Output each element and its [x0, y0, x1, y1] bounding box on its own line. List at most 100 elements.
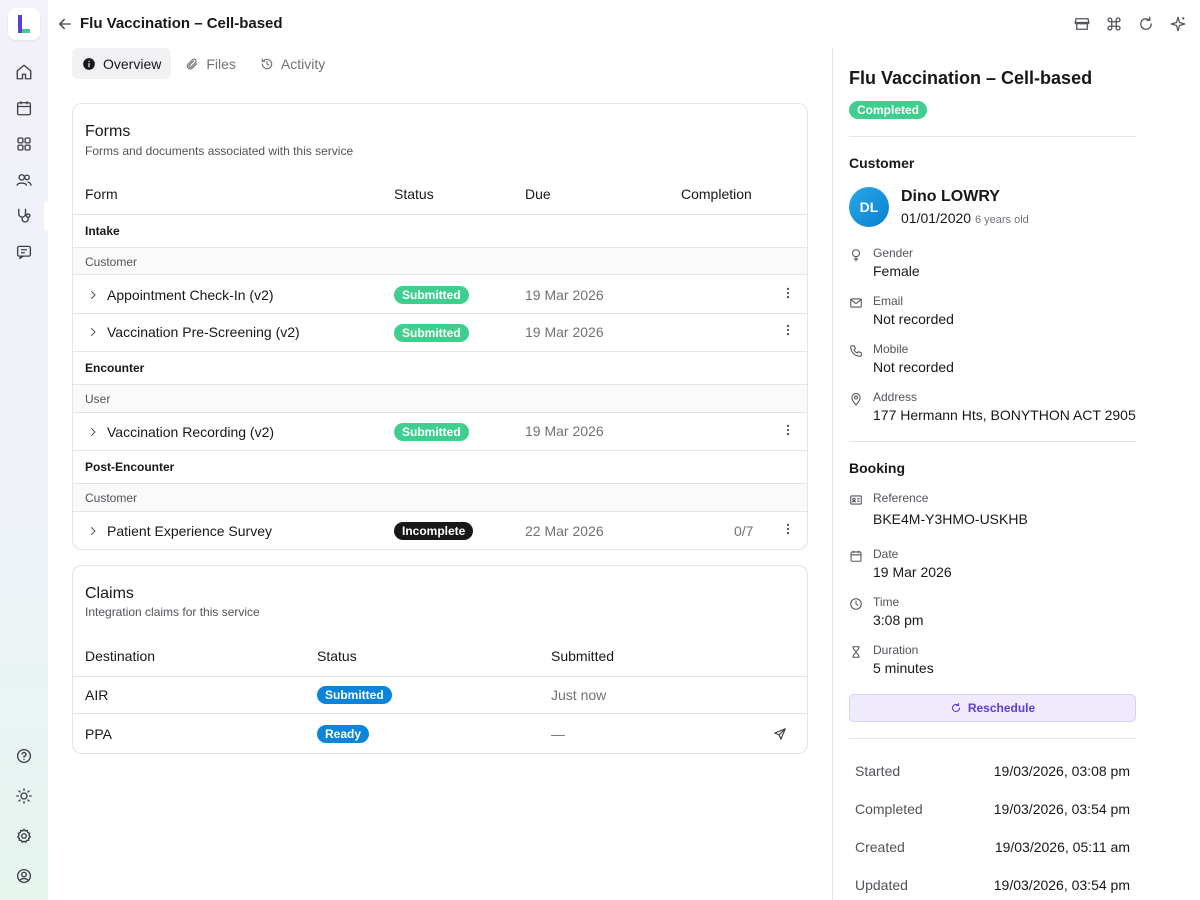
reschedule-button[interactable]: Reschedule [849, 694, 1136, 722]
left-rail [0, 0, 48, 900]
refresh-icon [1140, 16, 1152, 30]
gender-icon [849, 248, 863, 262]
nav-home[interactable] [12, 60, 36, 84]
page-title: Flu Vaccination – Cell-based [80, 15, 283, 32]
row-menu-button[interactable] [781, 323, 795, 337]
command-button[interactable] [1105, 15, 1123, 33]
help-icon [16, 748, 32, 764]
chevron-right-icon[interactable] [87, 525, 99, 537]
email-label: Email [873, 294, 904, 308]
claim-destination: PPA [85, 726, 112, 742]
row-menu-button[interactable] [781, 522, 795, 536]
nav-messages[interactable] [12, 240, 36, 264]
date-value: 19 Mar 2026 [873, 564, 952, 580]
form-name[interactable]: Vaccination Pre-Screening (v2) [107, 324, 300, 340]
send-icon [774, 728, 786, 740]
map-pin-icon [849, 392, 863, 406]
nav-help[interactable] [12, 744, 36, 768]
claim-submitted: — [551, 726, 565, 742]
claims-subtitle: Integration claims for this service [85, 605, 260, 619]
phone-icon [849, 344, 863, 358]
time-value: 3:08 pm [873, 612, 924, 628]
reschedule-label: Reschedule [967, 701, 1036, 715]
started-value: 19/03/2026, 03:08 pm [993, 763, 1130, 779]
form-name[interactable]: Appointment Check-In (v2) [107, 287, 274, 303]
tab-activity[interactable]: Activity [250, 48, 335, 79]
calendar-icon [849, 549, 863, 563]
back-arrow-icon [59, 18, 71, 30]
tab-bar: Overview Files Activity [72, 48, 335, 79]
due-date: 19 Mar 2026 [525, 423, 604, 439]
tab-overview[interactable]: Overview [72, 48, 172, 79]
nav-calendar[interactable] [12, 96, 36, 120]
more-vertical-icon [786, 424, 790, 436]
forms-card: Forms Forms and documents associated wit… [72, 103, 808, 550]
completion-count: 0/7 [734, 523, 754, 539]
status-badge: Submitted [394, 324, 469, 342]
created-value: 19/03/2026, 05:11 am [994, 839, 1130, 855]
send-claim-button[interactable] [773, 727, 787, 741]
customer-age: 6 years old [974, 214, 1029, 226]
date-label: Date [873, 547, 899, 561]
claim-submitted: Just now [551, 687, 607, 703]
gender-value: Female [873, 263, 920, 279]
nav-customers[interactable] [12, 168, 36, 192]
form-name[interactable]: Patient Experience Survey [107, 523, 272, 539]
stethoscope-icon [18, 208, 31, 223]
chevron-right-icon[interactable] [87, 289, 99, 301]
more-vertical-icon [786, 523, 790, 535]
tab-overview-label: Overview [103, 55, 162, 72]
logo-icon [18, 15, 30, 33]
chevron-right-icon[interactable] [87, 426, 99, 438]
nav-apps[interactable] [12, 132, 36, 156]
store-icon [1074, 18, 1090, 30]
customer-section-title: Customer [849, 155, 915, 171]
ai-assist-button[interactable] [1169, 15, 1187, 33]
row-menu-button[interactable] [781, 423, 795, 437]
col-due: Due [525, 186, 551, 202]
chevron-right-icon[interactable] [87, 326, 99, 338]
tab-files[interactable]: Files [175, 48, 246, 79]
customer-name[interactable]: Dino LOWRY [901, 188, 1000, 206]
row-menu-button[interactable] [781, 286, 795, 300]
sun-icon [16, 788, 32, 804]
grid-icon [17, 137, 31, 151]
mobile-value: Not recorded [873, 359, 954, 375]
nav-account[interactable] [12, 864, 36, 888]
due-date: 19 Mar 2026 [525, 324, 604, 340]
form-name[interactable]: Vaccination Recording (v2) [107, 424, 274, 440]
calendar-icon [16, 101, 32, 116]
message-icon [16, 245, 32, 260]
back-button[interactable] [56, 15, 74, 33]
refresh-button[interactable] [1137, 15, 1155, 33]
status-badge: Submitted [394, 286, 469, 304]
updated-value: 19/03/2026, 03:54 pm [993, 877, 1130, 893]
duration-value: 5 minutes [873, 660, 934, 676]
completed-value: 19/03/2026, 03:54 pm [993, 801, 1130, 817]
created-label: Created [855, 839, 905, 855]
store-button[interactable] [1073, 15, 1091, 33]
refresh-icon [951, 702, 960, 713]
app-logo[interactable] [8, 8, 40, 40]
mobile-label: Mobile [873, 342, 909, 356]
gender-label: Gender [873, 246, 914, 260]
booking-section-title: Booking [849, 460, 905, 476]
address-value: 177 Hermann Hts, BONYTHON ACT 2905 [873, 407, 1136, 423]
users-icon [16, 174, 32, 186]
subgroup-user: User [85, 392, 111, 406]
nav-settings[interactable] [12, 824, 36, 848]
sparkle-icon [1170, 16, 1186, 32]
rail-active-indicator [44, 201, 48, 231]
email-value: Not recorded [873, 311, 954, 327]
claims-title: Claims [85, 585, 134, 602]
forms-title: Forms [85, 123, 131, 140]
updated-label: Updated [855, 877, 908, 893]
due-date: 19 Mar 2026 [525, 287, 604, 303]
id-card-icon [849, 493, 863, 507]
nav-theme[interactable] [12, 784, 36, 808]
nav-services[interactable] [12, 204, 36, 228]
service-status-badge: Completed [849, 101, 928, 119]
reference-label: Reference [873, 491, 929, 505]
tab-activity-label: Activity [280, 55, 326, 72]
user-circle-icon [16, 868, 32, 884]
